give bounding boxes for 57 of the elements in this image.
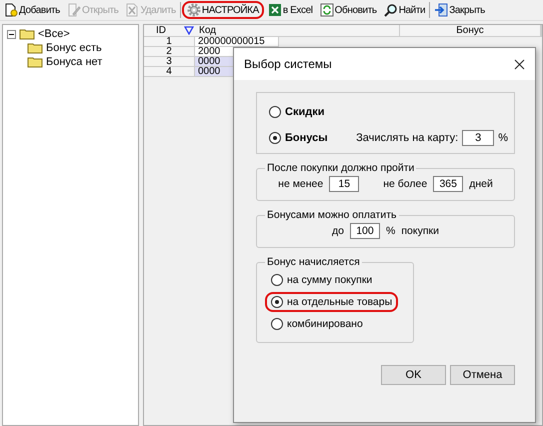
group-title: После покупки должно пройти	[266, 162, 416, 174]
tree-item[interactable]: Бонуса нет	[46, 56, 102, 68]
radio-button[interactable]	[271, 318, 283, 330]
spreadsheet-icon	[268, 3, 282, 17]
field-label: не менее	[278, 178, 324, 190]
settings-icon	[186, 3, 201, 17]
input-field[interactable]: 100	[350, 223, 380, 239]
folder-icon	[19, 28, 35, 40]
toolbar-button[interactable]: в Excel	[264, 2, 316, 18]
group-title: Бонусами можно оплатить	[266, 209, 398, 221]
exit-icon	[434, 3, 448, 17]
dialog-button[interactable]: Отмена	[450, 365, 515, 385]
input-field[interactable]: 365	[433, 176, 464, 192]
search-icon	[384, 3, 398, 17]
folder-icon	[27, 56, 43, 68]
dialog-button[interactable]: OK	[381, 365, 446, 385]
refresh-icon	[320, 3, 334, 17]
radio-button[interactable]	[271, 274, 283, 286]
input-field[interactable]: 15	[329, 176, 360, 192]
column-header[interactable]: ID	[144, 25, 178, 36]
unit-label: дней	[469, 178, 493, 190]
table-cell: 200000000015	[195, 37, 279, 47]
edit-icon	[67, 3, 81, 17]
table-cell: 4	[144, 67, 195, 77]
input-field[interactable]: 3	[462, 130, 494, 146]
collapse-icon[interactable]	[7, 30, 16, 38]
toolbar-button[interactable]: Обновить	[316, 2, 380, 18]
unit-label: покупки	[401, 225, 439, 237]
field-label: до	[332, 225, 344, 237]
filter-icon[interactable]	[184, 26, 194, 35]
table-cell: 2	[144, 47, 195, 57]
radio-button[interactable]	[271, 296, 283, 308]
delete-icon	[125, 3, 140, 17]
table-cell: 3	[144, 57, 195, 67]
table-cell: 1	[144, 37, 195, 47]
radio-label[interactable]: Скидки	[285, 106, 324, 118]
tree-item[interactable]: Бонус есть	[46, 42, 102, 54]
field-label: Зачислять на карту:	[356, 132, 458, 144]
field-label: не более	[383, 178, 428, 190]
add-document-icon	[4, 3, 18, 17]
unit-label: %	[498, 132, 508, 144]
toolbar-button[interactable]: НАСТРОЙКА	[182, 1, 264, 19]
radio-button[interactable]	[269, 132, 281, 144]
tree-item[interactable]: <Все>	[38, 28, 70, 40]
column-header[interactable]: Код	[196, 25, 400, 36]
group-title: Бонус начисляется	[266, 256, 361, 268]
unit-label: %	[386, 225, 396, 237]
toolbar-button[interactable]: Закрыть	[431, 2, 488, 18]
radio-label[interactable]: на сумму покупки	[287, 274, 372, 286]
radio-label[interactable]: Бонусы	[285, 132, 328, 144]
toolbar-button[interactable]: Найти	[380, 2, 428, 18]
folder-icon	[27, 42, 43, 54]
radio-label[interactable]: комбинировано	[287, 318, 363, 330]
radio-button[interactable]	[269, 106, 281, 118]
close-icon[interactable]	[514, 58, 525, 70]
toolbar-button[interactable]: Добавить	[1, 2, 63, 18]
column-header[interactable]: Бонус	[400, 25, 541, 36]
